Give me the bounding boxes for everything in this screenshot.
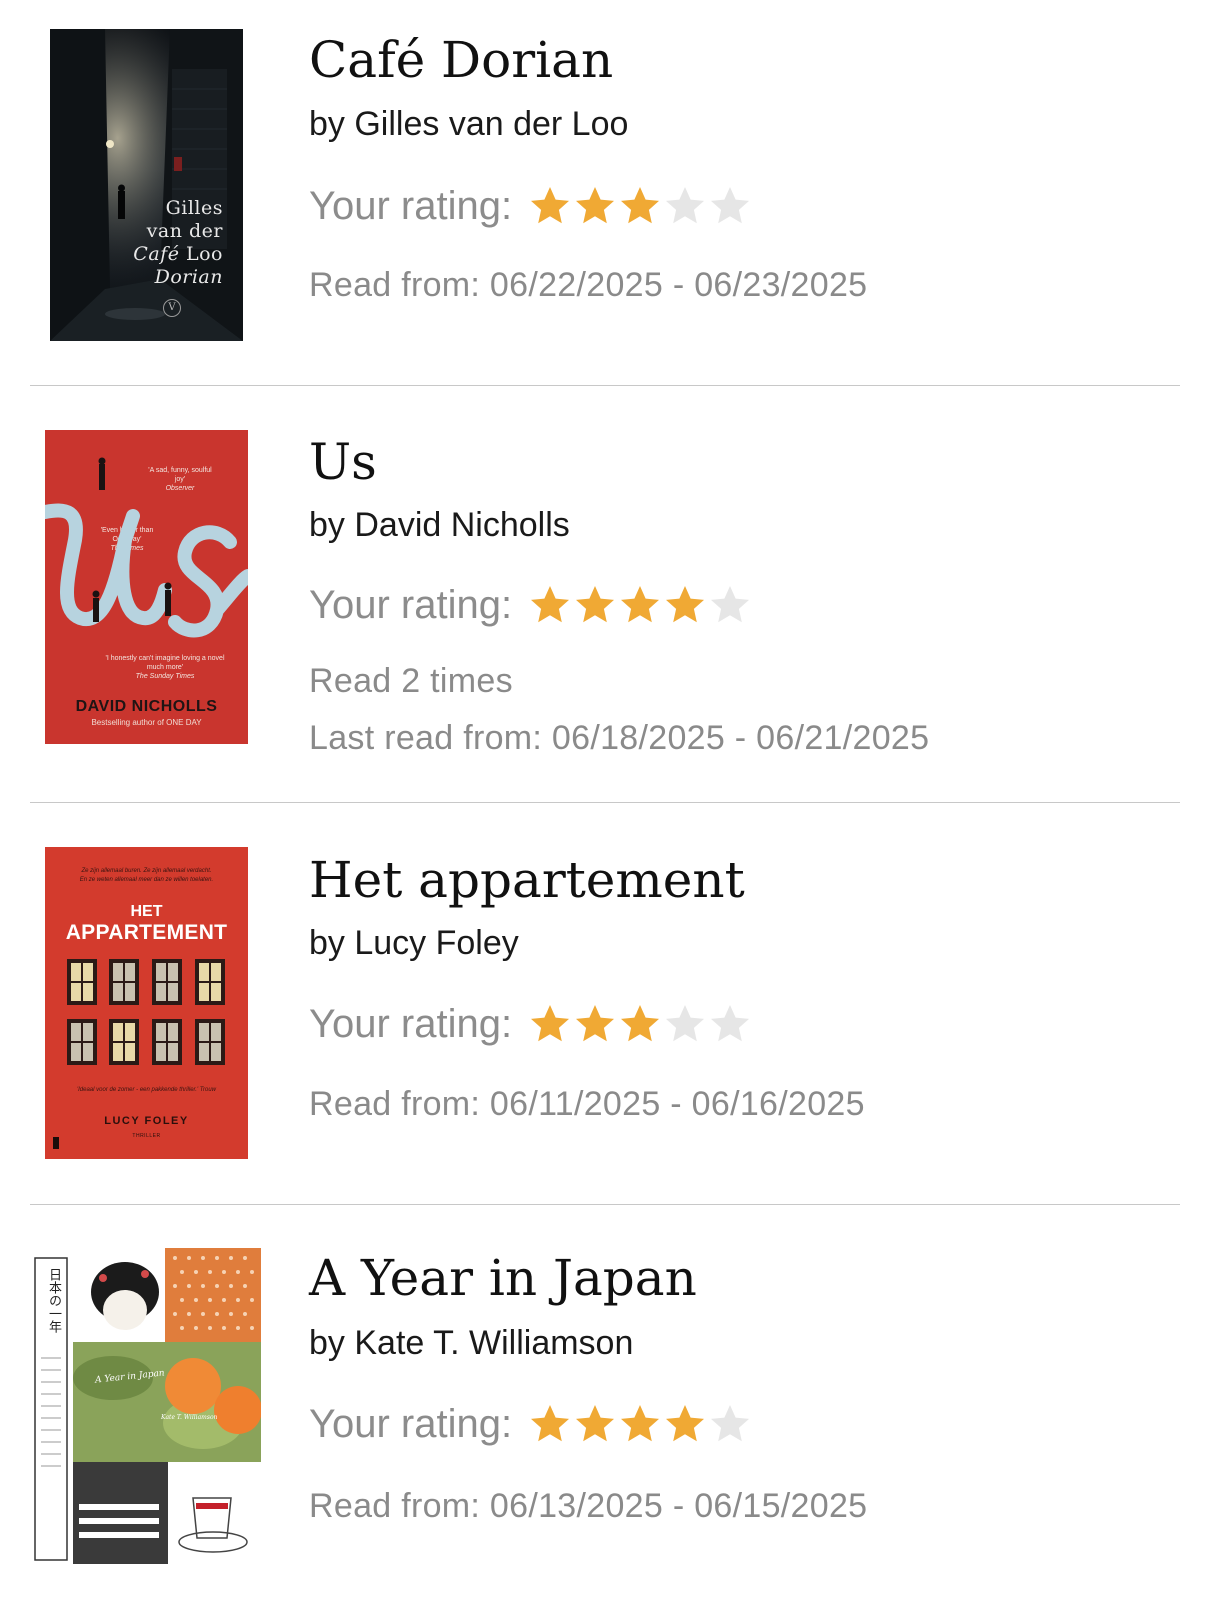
star-rating[interactable] [528, 1402, 753, 1446]
publisher-logo: V [163, 299, 181, 317]
star-filled-icon[interactable] [618, 1002, 662, 1046]
read-dates: Read from: 06/11/2025 - 06/16/2025 [309, 1085, 865, 1123]
star-filled-icon[interactable] [618, 184, 662, 228]
cover-title-line: Café [133, 243, 180, 265]
rating-row: Your rating: [309, 582, 753, 628]
rating-row: Your rating: [309, 1401, 753, 1447]
star-filled-icon[interactable] [573, 1002, 617, 1046]
rating-row: Your rating: [309, 1001, 753, 1047]
cover-text-cafe-dorian: Gilles van der Café Loo Dorian [133, 197, 223, 289]
star-filled-icon[interactable] [573, 583, 617, 627]
rating-label: Your rating: [309, 1401, 513, 1446]
star-empty-icon[interactable] [663, 184, 707, 228]
cover-author: DAVID NICHOLLS [75, 698, 218, 715]
star-empty-icon[interactable] [663, 1002, 707, 1046]
star-rating[interactable] [528, 1002, 753, 1046]
cover-author-line: Gilles [165, 197, 223, 219]
star-rating[interactable] [528, 184, 753, 228]
book-title[interactable]: A Year in Japan [309, 1253, 697, 1303]
read-dates: Last read from: 06/18/2025 - 06/21/2025 [309, 719, 930, 757]
book-title[interactable]: Het appartement [309, 855, 745, 905]
rating-label: Your rating: [309, 183, 513, 228]
book-cover-a-year-in-japan[interactable]: 日本の一年 A Year in Japan Kate T. Williamson [33, 1248, 261, 1564]
book-row-cafe-dorian[interactable]: Gilles van der Café Loo Dorian V Café Do… [0, 0, 1206, 385]
rating-label: Your rating: [309, 582, 513, 627]
cover-side-title: 日本の一年 [46, 1268, 61, 1333]
star-filled-icon[interactable] [663, 583, 707, 627]
book-row-us[interactable]: 'A sad, funny, soulful joy' Observer 'Ev… [0, 386, 1206, 802]
us-script-illustration [45, 457, 248, 638]
star-rating[interactable] [528, 583, 753, 627]
star-filled-icon[interactable] [528, 583, 572, 627]
star-filled-icon[interactable] [528, 184, 572, 228]
star-filled-icon[interactable] [618, 1402, 662, 1446]
cover-author-line: van der [146, 220, 223, 242]
star-filled-icon[interactable] [528, 1402, 572, 1446]
star-empty-icon[interactable] [708, 583, 752, 627]
cover-author-line: Loo [186, 243, 223, 265]
cover-author: LUCY FOLEY [104, 1115, 189, 1127]
star-filled-icon[interactable] [663, 1402, 707, 1446]
read-dates: Read from: 06/22/2025 - 06/23/2025 [309, 266, 868, 304]
star-empty-icon[interactable] [708, 1402, 752, 1446]
book-author[interactable]: by David Nicholls [309, 508, 570, 542]
rating-row: Your rating: [309, 183, 753, 229]
star-filled-icon[interactable] [528, 1002, 572, 1046]
star-empty-icon[interactable] [708, 1002, 752, 1046]
star-filled-icon[interactable] [573, 1402, 617, 1446]
book-author[interactable]: by Lucy Foley [309, 926, 519, 960]
star-filled-icon[interactable] [618, 583, 662, 627]
book-row-het-appartement[interactable]: Ze zijn allemaal buren. Ze zijn allemaal… [0, 803, 1206, 1204]
book-title[interactable]: Us [309, 437, 377, 487]
book-title[interactable]: Café Dorian [309, 35, 613, 85]
cover-genre: THRILLER [132, 1133, 161, 1139]
japan-collage-illustration [34, 1248, 261, 1564]
cover-blurb: 'Ideaal voor de zomer - een pakkende thr… [76, 1087, 217, 1093]
book-author[interactable]: by Kate T. Williamson [309, 1326, 633, 1360]
windows-illustration [53, 959, 225, 1149]
book-cover-us[interactable]: 'A sad, funny, soulful joy' Observer 'Ev… [45, 430, 248, 744]
star-filled-icon[interactable] [573, 184, 617, 228]
book-row-a-year-in-japan[interactable]: 日本の一年 A Year in Japan Kate T. Williamson… [0, 1205, 1206, 1604]
star-empty-icon[interactable] [708, 184, 752, 228]
cover-title-line: Dorian [154, 266, 223, 288]
read-count: Read 2 times [309, 662, 513, 700]
book-cover-cafe-dorian[interactable]: Gilles van der Café Loo Dorian V [50, 29, 243, 341]
book-cover-het-appartement[interactable]: Ze zijn allemaal buren. Ze zijn allemaal… [45, 847, 248, 1159]
cover-script-author: Kate T. Williamson [161, 1414, 218, 1421]
read-dates: Read from: 06/13/2025 - 06/15/2025 [309, 1487, 868, 1525]
cover-quote: 'I honestly can't imagine loving a novel… [105, 655, 225, 680]
alley-illustration [50, 29, 243, 341]
rating-label: Your rating: [309, 1001, 513, 1046]
cover-tagline: Bestselling author of ONE DAY [91, 718, 202, 727]
book-author[interactable]: by Gilles van der Loo [309, 107, 628, 141]
